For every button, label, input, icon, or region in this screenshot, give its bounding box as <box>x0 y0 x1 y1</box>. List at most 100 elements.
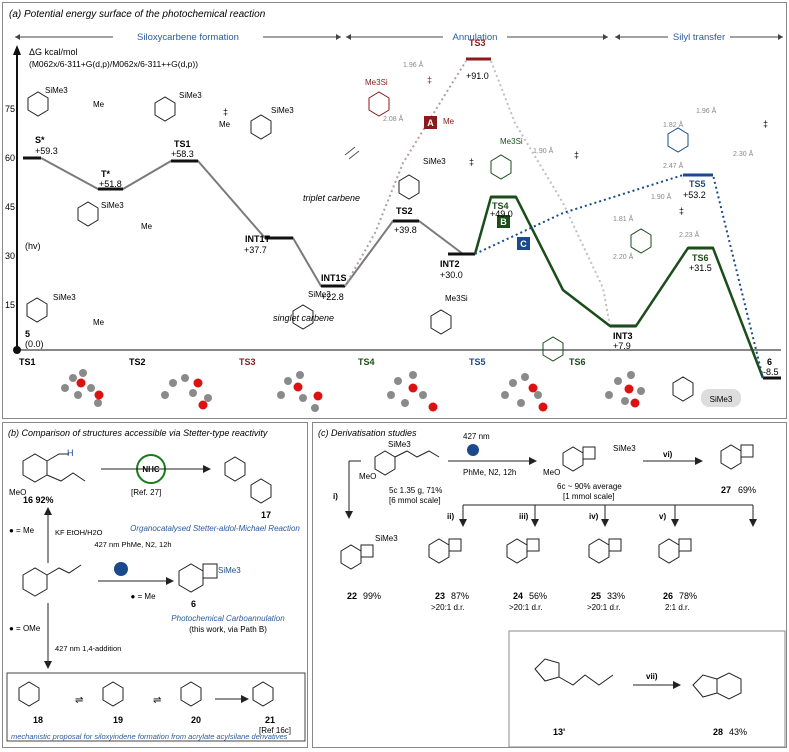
y-ticks: 75 60 45 30 15 <box>5 104 15 310</box>
cpd23-yield: 87% <box>451 591 469 601</box>
cpd28-yield: 43% <box>729 727 747 737</box>
phase-siloxycarbene: Siloxycarbene formation <box>137 32 239 43</box>
t-star-label: T* <box>101 169 110 179</box>
svg-text:2.20 Å: 2.20 Å <box>613 252 634 261</box>
ts1-3d-label: TS1 <box>19 357 36 367</box>
me-note: ● = Me <box>9 526 35 535</box>
svg-text:SiMe3: SiMe3 <box>308 290 331 299</box>
cpd26-yield: 78% <box>679 591 697 601</box>
cpd6-label: 6 <box>191 599 196 609</box>
svg-text:H: H <box>67 448 74 458</box>
ts5-3d-label: TS5 <box>469 357 486 367</box>
svg-text:2.30 Å: 2.30 Å <box>733 149 754 158</box>
step-iv: iv) <box>589 512 599 521</box>
cpd22: 22 <box>347 591 357 601</box>
svg-text:1.90 Å: 1.90 Å <box>651 192 672 201</box>
svg-text:SiMe3: SiMe3 <box>53 293 76 302</box>
int3-value: +7.9 <box>613 341 631 351</box>
svg-text:1.82 Å: 1.82 Å <box>663 120 684 129</box>
int1s-label: INT1S <box>321 273 347 283</box>
svg-text:2.23 Å: 2.23 Å <box>679 230 700 239</box>
svg-text:‡: ‡ <box>679 206 684 216</box>
svg-text:SiMe3: SiMe3 <box>45 86 68 95</box>
prod-label: 6c ~ 90% average <box>557 482 622 491</box>
svg-text:1.81 Å: 1.81 Å <box>613 214 634 223</box>
panel-c-title: (c) Derivatisation studies <box>318 428 417 438</box>
ts1-label: TS1 <box>174 139 191 149</box>
svg-text:2.08 Å: 2.08 Å <box>383 114 404 123</box>
ts5-label: TS5 <box>689 179 706 189</box>
cpd25-dr: >20:1 d.r. <box>587 603 621 612</box>
svg-text:SiMe3: SiMe3 <box>375 534 398 543</box>
ome-note: ● = OMe <box>9 624 41 633</box>
svg-text:Me3Si: Me3Si <box>500 137 523 146</box>
panel-b-stetter: (b) Comparison of structures accessible … <box>2 422 308 748</box>
svg-text:‡: ‡ <box>223 107 228 117</box>
path-c-badge: C <box>520 239 527 249</box>
panel-b-title: (b) Comparison of structures accessible … <box>8 428 268 438</box>
molecule-labels: SiMe3 SiMe3 SiMe3 SiMe3 SiMe3 SiMe3 SiMe… <box>45 78 523 327</box>
ts-3d-structures: TS1 TS2 TS3 TS4 TS5 TS6 SiMe3 <box>19 357 741 412</box>
cpd23: 23 <box>435 591 445 601</box>
kf-cond: KF EtOH/H2O <box>55 528 103 537</box>
svg-text:SiMe3: SiMe3 <box>179 91 202 100</box>
ts1-value: +58.3 <box>171 149 194 159</box>
svg-text:SiMe3: SiMe3 <box>613 444 636 453</box>
cap6b-label: (this work, via Path B) <box>189 625 267 634</box>
ts3-label: TS3 <box>469 38 486 48</box>
cpd26: 26 <box>663 591 673 601</box>
ts3-3d-label: TS3 <box>239 357 256 367</box>
int2-value: +30.0 <box>440 270 463 280</box>
state-labels: S* +59.3 T* +51.8 TS1 +58.3 INT1T +37.7 … <box>25 135 779 377</box>
svg-text:‡: ‡ <box>763 119 768 129</box>
y-tick-60: 60 <box>5 153 15 163</box>
svg-text:1.96 Å: 1.96 Å <box>403 60 424 69</box>
y-tick-15: 15 <box>5 300 15 310</box>
step-vii: vii) <box>646 672 658 681</box>
cpd13prime: 13' <box>553 727 565 737</box>
svg-text:⇌: ⇌ <box>153 695 161 706</box>
int2-label: INT2 <box>440 259 460 269</box>
sm-label: 5c 1.35 g, 71% <box>389 486 442 495</box>
svg-text:1.96 Å: 1.96 Å <box>696 106 717 115</box>
svg-text:Me: Me <box>93 100 105 109</box>
cond-ome: 427 nm 1,4-addition <box>55 644 121 653</box>
cpd24: 24 <box>513 591 523 601</box>
int1t-label: INT1T <box>245 234 271 244</box>
cpd27: 27 <box>721 485 731 495</box>
cond-b: 427 nm PhMe, N2, 12h <box>94 540 171 549</box>
cpd27-yield: 69% <box>738 485 756 495</box>
y-tick-30: 30 <box>5 251 15 261</box>
cpd24-dr: >20:1 d.r. <box>509 603 543 612</box>
svg-text:Me3Si: Me3Si <box>365 78 388 87</box>
ts6-value: +31.5 <box>689 263 712 273</box>
cpd17-label: 17 <box>261 510 271 520</box>
ts6-3d-label: TS6 <box>569 357 586 367</box>
svg-text:Me: Me <box>219 120 231 129</box>
svg-text:Me3Si: Me3Si <box>445 294 468 303</box>
ts2-3d-label: TS2 <box>129 357 146 367</box>
s-star-value: +59.3 <box>35 146 58 156</box>
svg-text:Me: Me <box>93 318 105 327</box>
panel-c-scheme: (c) Derivatisation studies SiMe3 SiMe3 M… <box>318 428 786 748</box>
sm5-value: (0.0) <box>25 339 44 349</box>
sm5-label: 5 <box>25 329 30 339</box>
path-a-badge: A <box>427 118 434 128</box>
svg-text:MeO: MeO <box>359 472 376 481</box>
step-v: v) <box>659 512 666 521</box>
cpd25: 25 <box>591 591 601 601</box>
mech-caption: mechanistic proposal for siloxyindene fo… <box>11 732 288 741</box>
cpd20: 20 <box>191 715 201 725</box>
ts5-value: +53.2 <box>683 190 706 200</box>
phase-silyl-transfer: Silyl transfer <box>673 32 725 43</box>
prod6-value: -8.5 <box>763 367 779 377</box>
prod6-label: 6 <box>767 357 772 367</box>
sm-scale: [6 mmol scale] <box>389 496 441 505</box>
ts2-value: +39.8 <box>394 225 417 235</box>
cpd19: 19 <box>113 715 123 725</box>
step-i: i) <box>333 492 338 501</box>
svg-text:MeO: MeO <box>543 468 560 477</box>
cpd24-yield: 56% <box>529 591 547 601</box>
singlet-note: singlet carbene <box>273 313 334 323</box>
cpd18: 18 <box>33 715 43 725</box>
